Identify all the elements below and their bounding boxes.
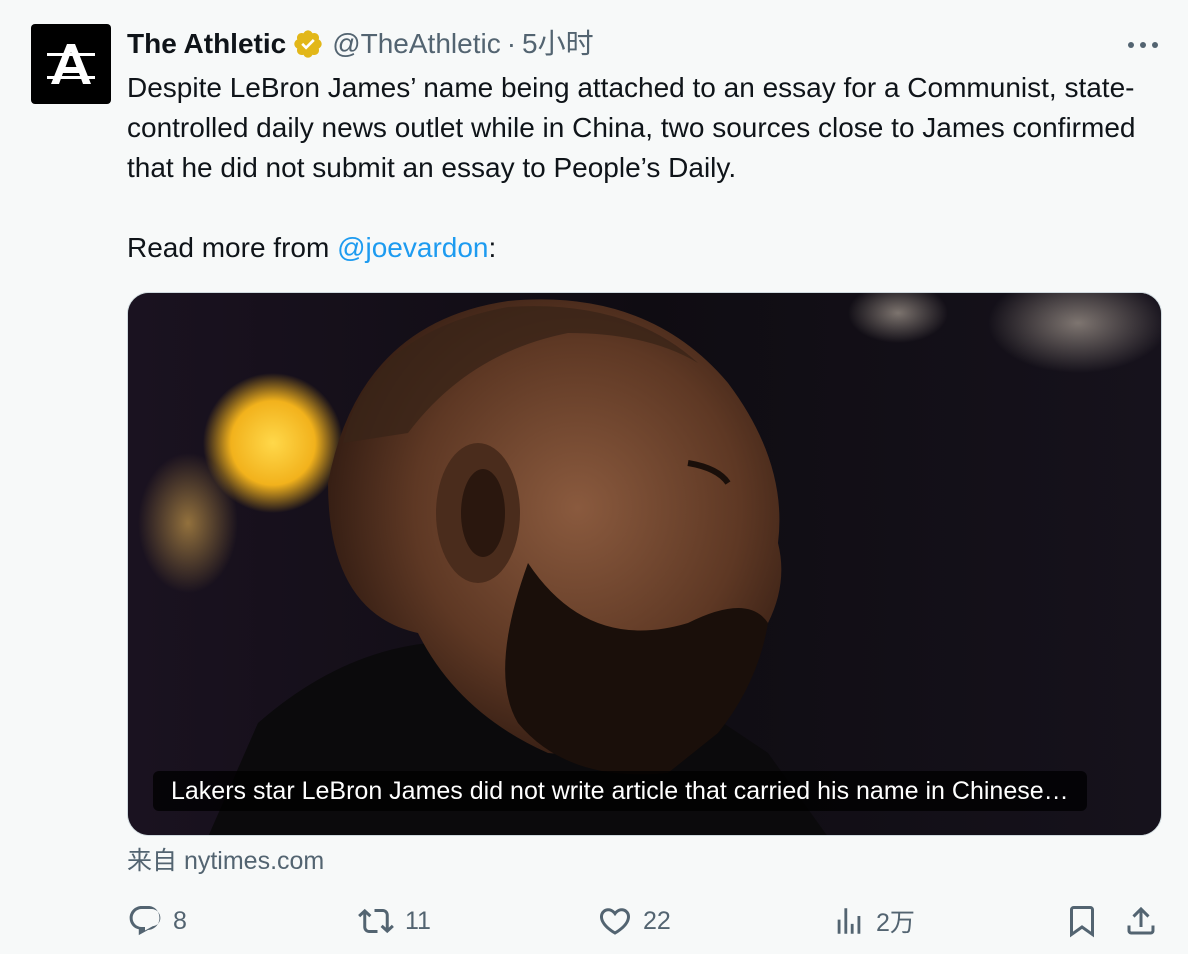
header-separator: · [506, 28, 517, 59]
views-count: 2万 [876, 909, 915, 937]
read-more-suffix: : [488, 232, 497, 263]
article-photo [128, 293, 1161, 835]
author-handle[interactable]: @TheAthletic [332, 27, 501, 61]
views-button[interactable]: 2万 [832, 895, 915, 947]
views-icon [837, 908, 861, 934]
like-count: 22 [643, 906, 671, 935]
reply-icon [129, 906, 161, 936]
mention-link[interactable]: @joevardon [337, 232, 488, 263]
read-more-line: Read more from @joevardon: [127, 228, 1167, 268]
share-button[interactable] [1123, 895, 1159, 947]
link-card[interactable]: Lakers star LeBron James did not write a… [127, 292, 1162, 836]
tweet-paragraph: Despite LeBron James’ name being attache… [127, 72, 1136, 183]
tweet-text: Despite LeBron James’ name being attache… [127, 68, 1167, 268]
reply-count: 8 [173, 906, 187, 935]
like-button[interactable]: 22 [597, 895, 671, 947]
reply-button[interactable]: 8 [127, 895, 187, 947]
card-source[interactable]: 来自 nytimes.com [127, 843, 324, 879]
like-icon [599, 908, 631, 935]
retweet-button[interactable]: 11 [357, 895, 431, 947]
athletic-logo-icon [47, 44, 95, 84]
retweet-count: 11 [405, 906, 431, 935]
share-icon [1127, 906, 1155, 935]
author-avatar[interactable] [31, 24, 111, 104]
author-display-name[interactable]: The Athletic [127, 27, 286, 61]
action-bar: 8 11 22 2万 [127, 895, 1167, 947]
verified-badge-icon[interactable] [292, 28, 324, 60]
tweet-header: The Athletic @TheAthletic · 5小时 [127, 27, 594, 61]
read-more-prefix: Read more from [127, 232, 338, 263]
bookmark-button[interactable] [1064, 895, 1100, 947]
tweet-time[interactable]: 5小时 [522, 27, 594, 61]
card-caption[interactable]: Lakers star LeBron James did not write a… [153, 771, 1087, 811]
more-icon[interactable] [1126, 30, 1160, 60]
retweet-icon [358, 908, 394, 934]
bookmark-icon [1070, 906, 1094, 938]
tweet-card[interactable]: The Athletic @TheAthletic · 5小时 Despite … [0, 0, 1188, 954]
